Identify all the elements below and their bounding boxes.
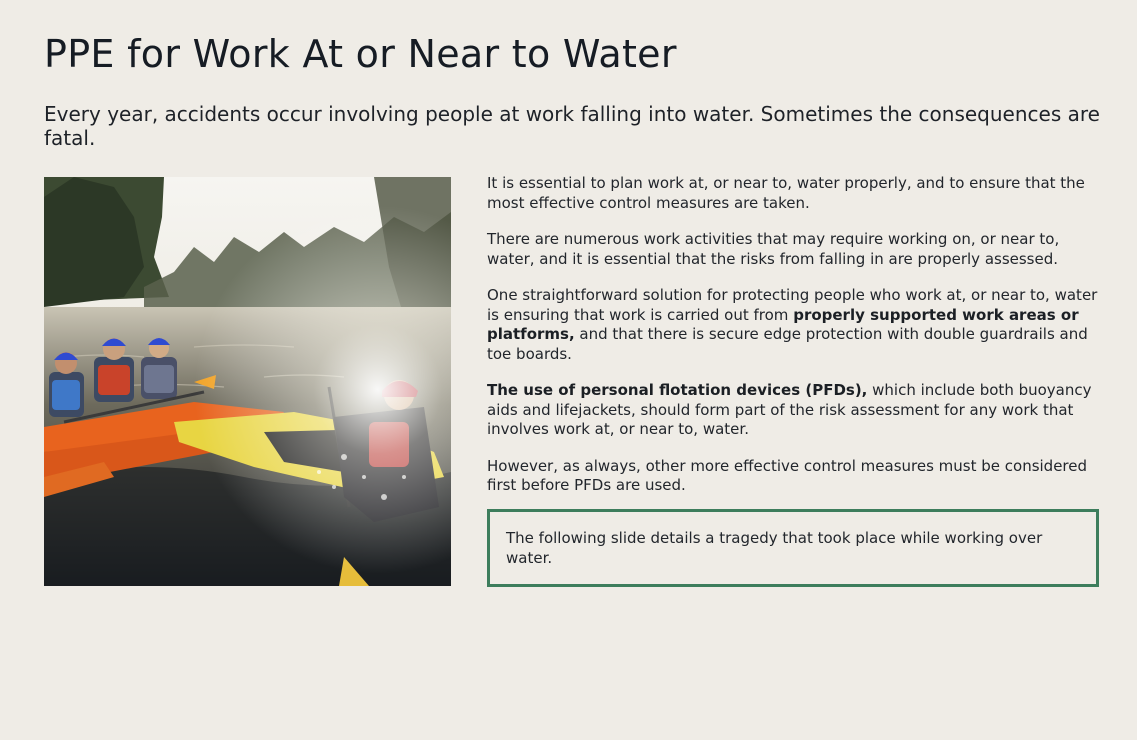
content-column: It is essential to plan work at, or near… (487, 174, 1099, 513)
kayakers-photo (44, 177, 451, 586)
paragraph-control-measures: However, as always, other more effective… (487, 456, 1088, 495)
callout-text: The following slide details a tragedy th… (506, 529, 1043, 567)
bold-text: The use of personal flotation devices (P… (487, 381, 868, 399)
page-title: PPE for Work At or Near to Water (44, 32, 677, 76)
paragraph-pfds: The use of personal flotation devices (P… (487, 381, 1099, 440)
callout-box: The following slide details a tragedy th… (487, 509, 1099, 587)
page-subtitle: Every year, accidents occur involving pe… (44, 102, 1100, 150)
paragraph-work-activities: There are numerous work activities that … (487, 230, 1060, 268)
paragraph-plan-work: It is essential to plan work at, or near… (487, 174, 1085, 212)
paragraph-text: and that there is secure edge protection… (487, 325, 1088, 363)
paragraph-work-platforms: One straightforward solution for protect… (487, 286, 1099, 364)
